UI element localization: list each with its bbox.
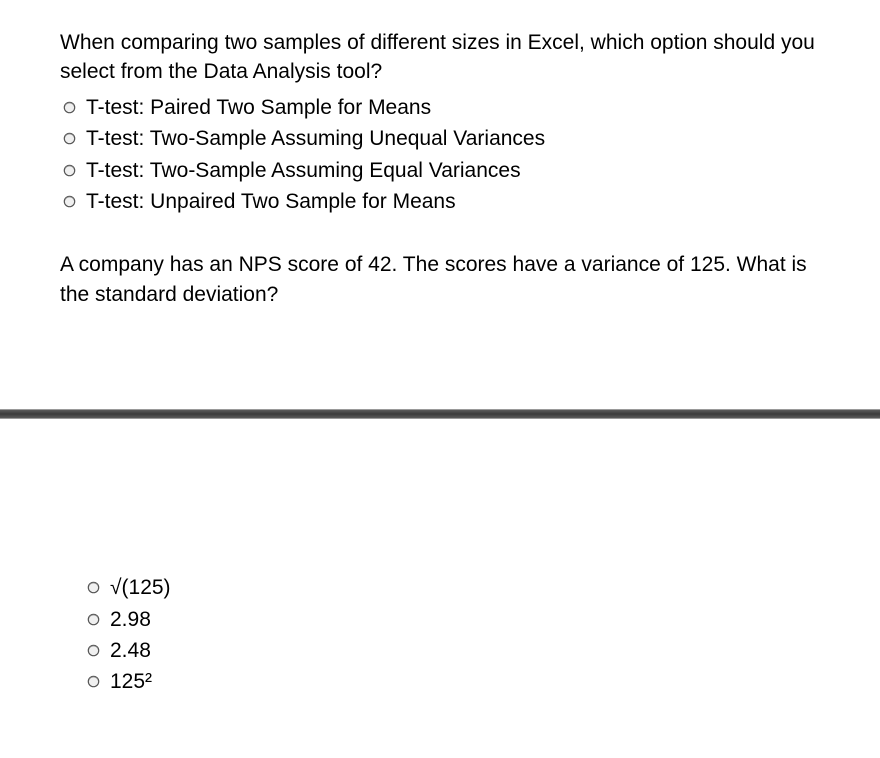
question-1-text: When comparing two samples of different … (60, 28, 820, 87)
option-row[interactable]: 2.48 (86, 636, 820, 665)
radio-icon (86, 644, 100, 658)
option-row[interactable]: 125² (86, 667, 820, 696)
radio-icon (62, 100, 76, 114)
option-row[interactable]: T-test: Two-Sample Assuming Equal Varian… (62, 156, 820, 185)
radio-icon (86, 581, 100, 595)
question-2-text: A company has an NPS score of 42. The sc… (60, 250, 820, 309)
option-label: 125² (110, 667, 152, 696)
radio-icon (62, 195, 76, 209)
option-label: 2.98 (110, 605, 151, 634)
question-2-options: √(125) 2.98 2.48 125² (86, 573, 820, 697)
radio-icon (62, 163, 76, 177)
option-row[interactable]: 2.98 (86, 605, 820, 634)
radio-icon (86, 612, 100, 626)
option-label: T-test: Two-Sample Assuming Equal Varian… (86, 156, 521, 185)
option-row[interactable]: T-test: Paired Two Sample for Means (62, 93, 820, 122)
radio-icon (62, 132, 76, 146)
option-row[interactable]: T-test: Unpaired Two Sample for Means (62, 187, 820, 216)
option-label: T-test: Unpaired Two Sample for Means (86, 187, 456, 216)
option-label: √(125) (110, 573, 171, 602)
option-label: 2.48 (110, 636, 151, 665)
option-label: T-test: Two-Sample Assuming Unequal Vari… (86, 124, 545, 153)
option-label: T-test: Paired Two Sample for Means (86, 93, 431, 122)
option-row[interactable]: √(125) (86, 573, 820, 602)
section-divider (0, 409, 880, 419)
question-1-options: T-test: Paired Two Sample for Means T-te… (62, 93, 820, 217)
radio-icon (86, 675, 100, 689)
option-row[interactable]: T-test: Two-Sample Assuming Unequal Vari… (62, 124, 820, 153)
